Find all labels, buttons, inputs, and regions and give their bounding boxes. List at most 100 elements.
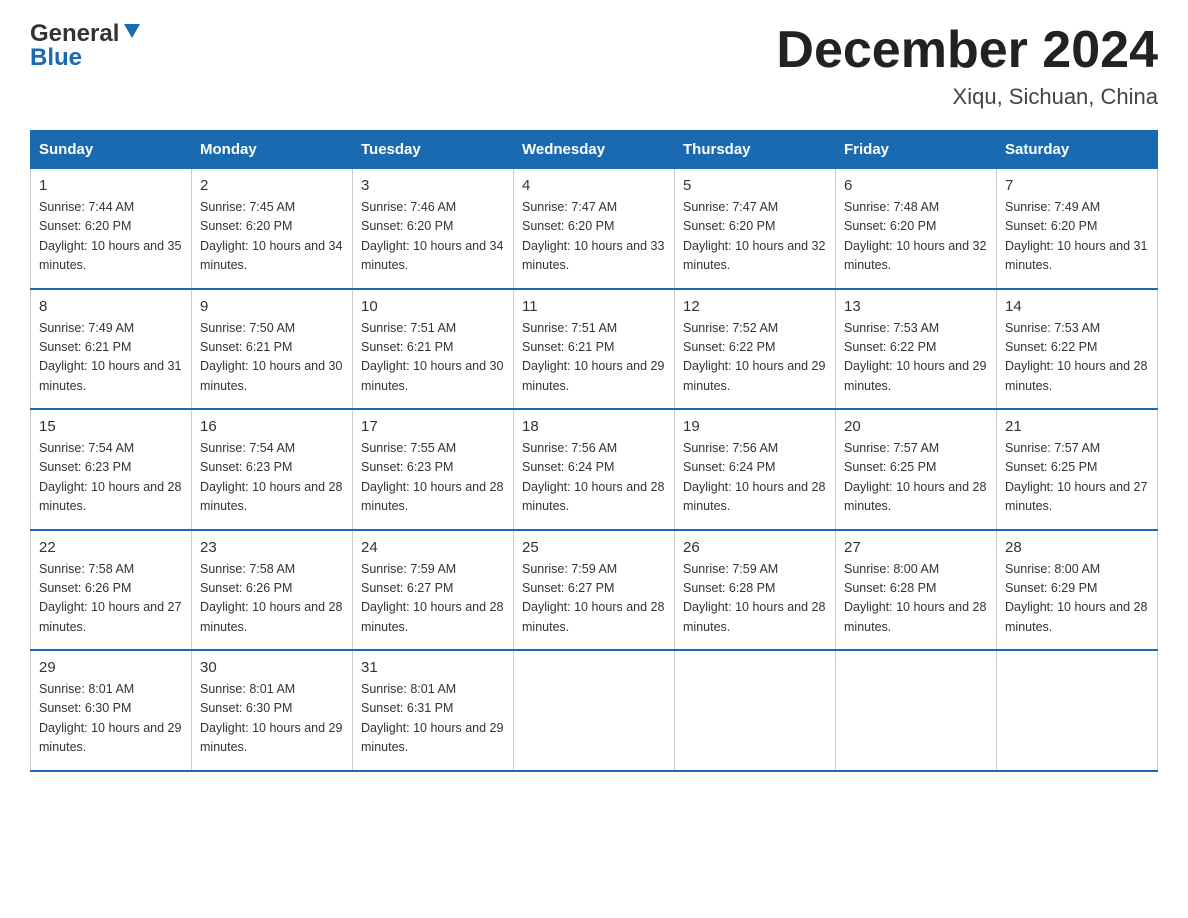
- day-info: Sunrise: 7:54 AM Sunset: 6:23 PM Dayligh…: [200, 439, 344, 517]
- table-row: 30 Sunrise: 8:01 AM Sunset: 6:30 PM Dayl…: [192, 650, 353, 771]
- day-number: 19: [683, 418, 827, 435]
- table-row: 12 Sunrise: 7:52 AM Sunset: 6:22 PM Dayl…: [675, 289, 836, 410]
- calendar-week-row: 8 Sunrise: 7:49 AM Sunset: 6:21 PM Dayli…: [31, 289, 1158, 410]
- table-row: 21 Sunrise: 7:57 AM Sunset: 6:25 PM Dayl…: [997, 409, 1158, 530]
- day-info: Sunrise: 7:58 AM Sunset: 6:26 PM Dayligh…: [200, 560, 344, 638]
- location-title: Xiqu, Sichuan, China: [776, 84, 1158, 110]
- day-number: 16: [200, 418, 344, 435]
- table-row: 26 Sunrise: 7:59 AM Sunset: 6:28 PM Dayl…: [675, 530, 836, 651]
- day-number: 17: [361, 418, 505, 435]
- table-row: 2 Sunrise: 7:45 AM Sunset: 6:20 PM Dayli…: [192, 169, 353, 289]
- day-info: Sunrise: 7:57 AM Sunset: 6:25 PM Dayligh…: [844, 439, 988, 517]
- day-number: 21: [1005, 418, 1149, 435]
- day-number: 14: [1005, 298, 1149, 315]
- day-number: 2: [200, 177, 344, 194]
- day-number: 1: [39, 177, 183, 194]
- day-info: Sunrise: 7:47 AM Sunset: 6:20 PM Dayligh…: [683, 198, 827, 276]
- day-info: Sunrise: 7:44 AM Sunset: 6:20 PM Dayligh…: [39, 198, 183, 276]
- logo-triangle-icon: [122, 20, 142, 45]
- day-number: 5: [683, 177, 827, 194]
- day-number: 29: [39, 659, 183, 676]
- day-info: Sunrise: 7:46 AM Sunset: 6:20 PM Dayligh…: [361, 198, 505, 276]
- table-row: 16 Sunrise: 7:54 AM Sunset: 6:23 PM Dayl…: [192, 409, 353, 530]
- month-title: December 2024: [776, 20, 1158, 80]
- table-row: 19 Sunrise: 7:56 AM Sunset: 6:24 PM Dayl…: [675, 409, 836, 530]
- table-row: 28 Sunrise: 8:00 AM Sunset: 6:29 PM Dayl…: [997, 530, 1158, 651]
- day-number: 12: [683, 298, 827, 315]
- day-number: 22: [39, 539, 183, 556]
- table-row: 31 Sunrise: 8:01 AM Sunset: 6:31 PM Dayl…: [353, 650, 514, 771]
- day-number: 23: [200, 539, 344, 556]
- day-number: 31: [361, 659, 505, 676]
- day-number: 4: [522, 177, 666, 194]
- calendar-week-row: 22 Sunrise: 7:58 AM Sunset: 6:26 PM Dayl…: [31, 530, 1158, 651]
- table-row: 9 Sunrise: 7:50 AM Sunset: 6:21 PM Dayli…: [192, 289, 353, 410]
- day-info: Sunrise: 8:00 AM Sunset: 6:29 PM Dayligh…: [1005, 560, 1149, 638]
- header-tuesday: Tuesday: [353, 131, 514, 169]
- day-info: Sunrise: 7:45 AM Sunset: 6:20 PM Dayligh…: [200, 198, 344, 276]
- table-row: 8 Sunrise: 7:49 AM Sunset: 6:21 PM Dayli…: [31, 289, 192, 410]
- day-number: 9: [200, 298, 344, 315]
- table-row: 23 Sunrise: 7:58 AM Sunset: 6:26 PM Dayl…: [192, 530, 353, 651]
- header-saturday: Saturday: [997, 131, 1158, 169]
- day-info: Sunrise: 8:01 AM Sunset: 6:30 PM Dayligh…: [200, 680, 344, 758]
- logo: General Blue: [30, 20, 142, 72]
- table-row: 4 Sunrise: 7:47 AM Sunset: 6:20 PM Dayli…: [514, 169, 675, 289]
- day-number: 25: [522, 539, 666, 556]
- title-block: December 2024 Xiqu, Sichuan, China: [776, 20, 1158, 110]
- day-number: 7: [1005, 177, 1149, 194]
- day-number: 3: [361, 177, 505, 194]
- day-number: 27: [844, 539, 988, 556]
- table-row: 22 Sunrise: 7:58 AM Sunset: 6:26 PM Dayl…: [31, 530, 192, 651]
- day-info: Sunrise: 7:49 AM Sunset: 6:21 PM Dayligh…: [39, 319, 183, 397]
- calendar-header-row: Sunday Monday Tuesday Wednesday Thursday…: [31, 131, 1158, 169]
- day-info: Sunrise: 7:57 AM Sunset: 6:25 PM Dayligh…: [1005, 439, 1149, 517]
- calendar-week-row: 15 Sunrise: 7:54 AM Sunset: 6:23 PM Dayl…: [31, 409, 1158, 530]
- header-wednesday: Wednesday: [514, 131, 675, 169]
- day-info: Sunrise: 7:49 AM Sunset: 6:20 PM Dayligh…: [1005, 198, 1149, 276]
- day-number: 20: [844, 418, 988, 435]
- day-info: Sunrise: 7:59 AM Sunset: 6:27 PM Dayligh…: [522, 560, 666, 638]
- table-row: 5 Sunrise: 7:47 AM Sunset: 6:20 PM Dayli…: [675, 169, 836, 289]
- day-number: 18: [522, 418, 666, 435]
- day-info: Sunrise: 7:51 AM Sunset: 6:21 PM Dayligh…: [522, 319, 666, 397]
- day-info: Sunrise: 7:55 AM Sunset: 6:23 PM Dayligh…: [361, 439, 505, 517]
- day-info: Sunrise: 7:48 AM Sunset: 6:20 PM Dayligh…: [844, 198, 988, 276]
- table-row: 27 Sunrise: 8:00 AM Sunset: 6:28 PM Dayl…: [836, 530, 997, 651]
- header-friday: Friday: [836, 131, 997, 169]
- day-number: 30: [200, 659, 344, 676]
- header-monday: Monday: [192, 131, 353, 169]
- day-info: Sunrise: 7:59 AM Sunset: 6:28 PM Dayligh…: [683, 560, 827, 638]
- table-row: 13 Sunrise: 7:53 AM Sunset: 6:22 PM Dayl…: [836, 289, 997, 410]
- table-row: 25 Sunrise: 7:59 AM Sunset: 6:27 PM Dayl…: [514, 530, 675, 651]
- calendar-table: Sunday Monday Tuesday Wednesday Thursday…: [30, 130, 1158, 772]
- day-info: Sunrise: 8:00 AM Sunset: 6:28 PM Dayligh…: [844, 560, 988, 638]
- table-row: [514, 650, 675, 771]
- day-number: 15: [39, 418, 183, 435]
- day-info: Sunrise: 7:47 AM Sunset: 6:20 PM Dayligh…: [522, 198, 666, 276]
- day-info: Sunrise: 8:01 AM Sunset: 6:31 PM Dayligh…: [361, 680, 505, 758]
- table-row: 20 Sunrise: 7:57 AM Sunset: 6:25 PM Dayl…: [836, 409, 997, 530]
- table-row: 24 Sunrise: 7:59 AM Sunset: 6:27 PM Dayl…: [353, 530, 514, 651]
- header-sunday: Sunday: [31, 131, 192, 169]
- day-info: Sunrise: 7:52 AM Sunset: 6:22 PM Dayligh…: [683, 319, 827, 397]
- day-number: 8: [39, 298, 183, 315]
- table-row: [836, 650, 997, 771]
- table-row: 11 Sunrise: 7:51 AM Sunset: 6:21 PM Dayl…: [514, 289, 675, 410]
- table-row: 10 Sunrise: 7:51 AM Sunset: 6:21 PM Dayl…: [353, 289, 514, 410]
- day-info: Sunrise: 7:59 AM Sunset: 6:27 PM Dayligh…: [361, 560, 505, 638]
- table-row: 7 Sunrise: 7:49 AM Sunset: 6:20 PM Dayli…: [997, 169, 1158, 289]
- calendar-week-row: 29 Sunrise: 8:01 AM Sunset: 6:30 PM Dayl…: [31, 650, 1158, 771]
- table-row: [675, 650, 836, 771]
- table-row: 29 Sunrise: 8:01 AM Sunset: 6:30 PM Dayl…: [31, 650, 192, 771]
- day-number: 24: [361, 539, 505, 556]
- day-number: 28: [1005, 539, 1149, 556]
- logo-blue-text: Blue: [30, 44, 142, 72]
- day-info: Sunrise: 8:01 AM Sunset: 6:30 PM Dayligh…: [39, 680, 183, 758]
- day-number: 26: [683, 539, 827, 556]
- day-info: Sunrise: 7:50 AM Sunset: 6:21 PM Dayligh…: [200, 319, 344, 397]
- table-row: 14 Sunrise: 7:53 AM Sunset: 6:22 PM Dayl…: [997, 289, 1158, 410]
- day-info: Sunrise: 7:51 AM Sunset: 6:21 PM Dayligh…: [361, 319, 505, 397]
- table-row: 1 Sunrise: 7:44 AM Sunset: 6:20 PM Dayli…: [31, 169, 192, 289]
- table-row: 15 Sunrise: 7:54 AM Sunset: 6:23 PM Dayl…: [31, 409, 192, 530]
